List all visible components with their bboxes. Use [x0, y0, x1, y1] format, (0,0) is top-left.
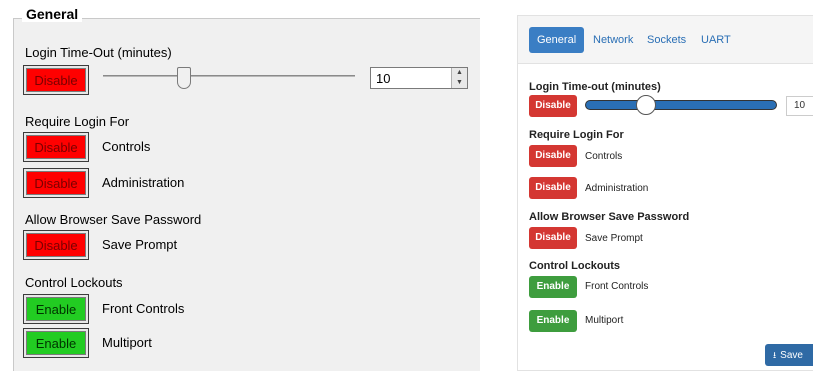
multiport-enable-button-label: Enable: [26, 331, 86, 355]
login-timeout-disable-button[interactable]: Disable: [529, 95, 577, 117]
upload-icon: ⭳: [773, 350, 777, 360]
login-timeout-disable-button[interactable]: Disable: [23, 65, 89, 95]
login-timeout-spinbox[interactable]: 10 ▲ ▼: [370, 67, 468, 89]
controls-disable-button[interactable]: Disable: [23, 132, 89, 162]
spin-buttons[interactable]: ▲ ▼: [451, 68, 467, 88]
administration-label: Administration: [585, 183, 649, 194]
tab-network[interactable]: Network: [585, 27, 641, 53]
front-controls-label: Front Controls: [102, 301, 185, 316]
login-timeout-slider-knob[interactable]: [636, 95, 656, 115]
login-timeout-label: Login Time-Out (minutes): [25, 45, 172, 60]
administration-disable-button[interactable]: Disable: [529, 177, 577, 199]
save-prompt-label: Save Prompt: [102, 237, 178, 252]
multiport-label: Multiport: [585, 315, 624, 326]
web-settings-panel: General Network Sockets UART Login Time-…: [517, 15, 813, 371]
administration-disable-button[interactable]: Disable: [23, 168, 89, 198]
save-button[interactable]: ⭳ Save: [765, 344, 813, 366]
login-timeout-disable-button-label: Disable: [26, 68, 86, 92]
save-prompt-disable-button-label: Disable: [26, 233, 86, 257]
save-password-label: Allow Browser Save Password: [529, 211, 690, 223]
controls-disable-button-label: Disable: [26, 135, 86, 159]
require-login-label: Require Login For: [25, 114, 130, 129]
control-lockouts-label: Control Lockouts: [25, 275, 123, 290]
save-prompt-disable-button[interactable]: Disable: [23, 230, 89, 260]
login-timeout-slider[interactable]: [585, 100, 777, 110]
administration-label: Administration: [102, 175, 185, 190]
save-prompt-disable-button[interactable]: Disable: [529, 227, 577, 249]
front-controls-enable-button[interactable]: Enable: [23, 294, 89, 324]
tab-uart[interactable]: UART: [693, 27, 739, 53]
save-password-label: Allow Browser Save Password: [25, 212, 202, 227]
front-controls-enable-button[interactable]: Enable: [529, 276, 577, 298]
save-button-label: Save: [780, 350, 803, 361]
multiport-enable-button[interactable]: Enable: [529, 310, 577, 332]
multiport-enable-button[interactable]: Enable: [23, 328, 89, 358]
legacy-settings-panel: General Login Time-Out (minutes) Disable…: [0, 0, 480, 371]
spin-up-icon[interactable]: ▲: [452, 68, 467, 78]
save-prompt-label: Save Prompt: [585, 233, 643, 244]
spin-down-icon[interactable]: ▼: [452, 78, 467, 88]
login-timeout-label: Login Time-out (minutes): [529, 81, 661, 93]
controls-label: Controls: [585, 151, 623, 162]
control-lockouts-label: Control Lockouts: [529, 260, 621, 272]
login-timeout-value: 10: [376, 71, 391, 86]
controls-label: Controls: [102, 139, 151, 154]
tab-bar: General Network Sockets UART: [518, 16, 813, 64]
login-timeout-slider-thumb[interactable]: [177, 67, 191, 89]
controls-disable-button[interactable]: Disable: [529, 145, 577, 167]
tab-general[interactable]: General: [529, 27, 585, 53]
general-group-title: General: [22, 6, 83, 22]
require-login-label: Require Login For: [529, 129, 624, 141]
front-controls-label: Front Controls: [585, 281, 649, 292]
front-controls-enable-button-label: Enable: [26, 297, 86, 321]
administration-disable-button-label: Disable: [26, 171, 86, 195]
tab-sockets[interactable]: Sockets: [639, 27, 694, 53]
login-timeout-slider-track[interactable]: [103, 75, 355, 77]
multiport-label: Multiport: [102, 335, 152, 350]
login-timeout-value[interactable]: 10: [786, 96, 813, 116]
